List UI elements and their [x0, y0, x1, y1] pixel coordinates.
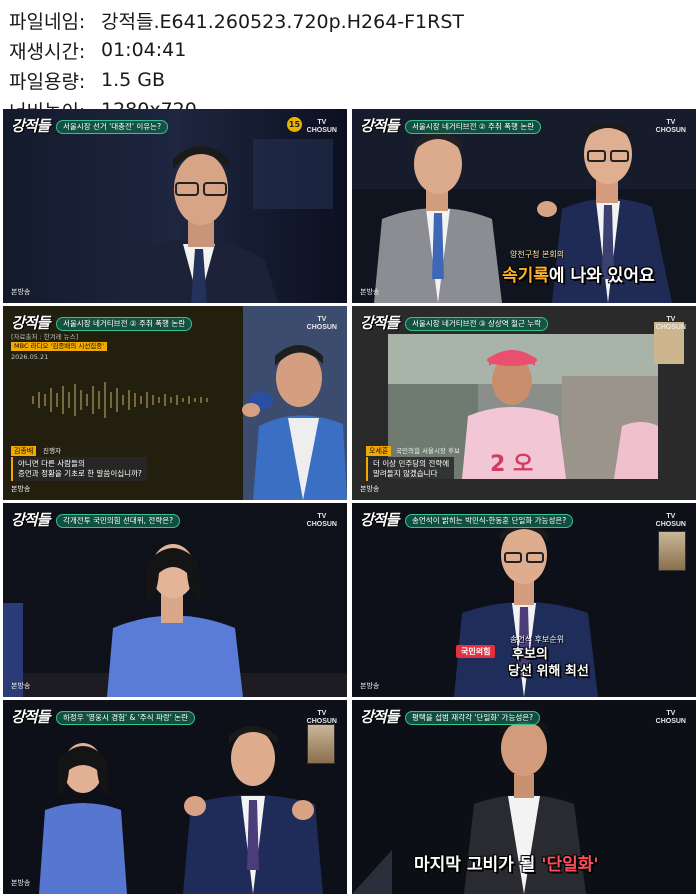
broadcast-label: 본방송	[11, 682, 31, 690]
file-size-value: 1.5 GB	[101, 69, 166, 91]
topic-banner: 하정우 '영웅시 경험' & '주식 파랑' 논란	[56, 711, 195, 725]
caption-small: 양천구청 본회의	[510, 250, 565, 259]
scene-panel-woman	[3, 503, 347, 697]
party-label: 국민의힘	[456, 645, 496, 658]
network-logo: TV CHOSUN	[306, 316, 337, 331]
news-date: 2026.05.21	[11, 353, 49, 361]
network-logo: TV CHOSUN	[655, 119, 686, 134]
quote-caption: 더 이상 민주당의 전략에 말려들지 않겠습니다	[366, 457, 455, 481]
thumbnail-3: 강적들 서울시장 네거티브전 ② 주취 폭행 논란 TV CHOSUN [자료출…	[3, 306, 347, 500]
broadcast-label: 본방송	[360, 485, 380, 493]
network-logo: TV CHOSUN	[306, 513, 337, 528]
show-logo: 강적들	[11, 314, 50, 332]
network-logo: TV CHOSUN	[655, 710, 686, 725]
show-logo: 강적들	[360, 314, 399, 332]
topic-banner: 서울시장 네거티브전 ② 주취 폭행 논란	[56, 317, 193, 331]
quote-caption: 아니면 다른 사람들의 증언과 정황을 기초로 한 말씀이십니까?	[11, 457, 147, 481]
topic-banner: 각개전투 국민의힘 선대위, 전략은?	[56, 514, 181, 528]
speaker-role: 국민의힘 서울시장 후보	[396, 447, 460, 455]
broadcast-label: 본방송	[360, 288, 380, 296]
caption-rest: 에 나와 있어요	[548, 266, 655, 286]
shirt-number-text: 2 오	[490, 452, 534, 477]
broadcast-label: 본방송	[360, 682, 380, 690]
topic-banner: 서울시장 선거 '대충전' 이유는?	[56, 120, 169, 134]
network-logo: TV CHOSUN	[306, 119, 337, 134]
news-source: [자료출처 : 한겨레 뉴스]	[11, 333, 79, 341]
duration-row: 재생시간: 01:04:41	[9, 35, 464, 65]
topic-banner: 평택을 섭범 재각각 '단일화' 가능성은?	[405, 711, 541, 725]
broadcast-label: 본방송	[11, 288, 31, 296]
file-size-row: 파일용량: 1.5 GB	[9, 65, 464, 95]
scene-host-closeup	[3, 109, 347, 303]
file-name-value: 강적들.E641.260523.720p.H264-F1RST	[101, 10, 465, 33]
thumbnail-5: 강적들 각개전투 국민의힘 선대위, 전략은? TV CHOSUN 본방송	[3, 503, 347, 697]
file-name-row: 파일네임: 강적들.E641.260523.720p.H264-F1RST	[9, 5, 464, 35]
show-logo: 강적들	[11, 117, 50, 135]
file-info: 파일네임: 강적들.E641.260523.720p.H264-F1RST 재생…	[9, 5, 464, 125]
caption-big: 마지막 고비가 될 '단일화'	[414, 850, 599, 875]
duration-label: 재생시간:	[9, 40, 86, 63]
news-program-tag: MBC 라디오 '김종배의 시선집중'	[11, 342, 108, 351]
show-logo: 강적들	[360, 117, 399, 135]
caption-big: 속기록에 나와 있어요	[502, 261, 655, 286]
network-logo: TV CHOSUN	[655, 316, 686, 331]
caption-line-2: 당선 위해 최선	[508, 664, 589, 679]
age-rating-badge: 15	[287, 117, 302, 132]
speaker-role: 진행자	[43, 447, 61, 455]
scene-two-guests-gesture	[3, 700, 347, 894]
topic-banner: 서울시장 네거티브전 ③ 상상역 철근 누락	[405, 317, 549, 331]
show-logo: 강적들	[360, 511, 399, 529]
book-cover-inset	[307, 724, 335, 764]
speaker-name-tag: 오세훈	[366, 446, 392, 456]
network-logo: TV CHOSUN	[306, 710, 337, 725]
broadcast-label: 본방송	[11, 485, 31, 493]
caption-highlight: 속기록	[502, 266, 549, 286]
topic-banner: 서울시장 네거티브전 ② 주취 폭행 논란	[405, 120, 542, 134]
thumbnail-1: 강적들 서울시장 선거 '대충전' 이유는? 15 TV CHOSUN 본방송	[3, 109, 347, 303]
caption-rest: 마지막 고비가 될	[414, 855, 536, 875]
show-logo: 강적들	[11, 511, 50, 529]
file-name-label: 파일네임:	[9, 10, 86, 33]
thumbnail-7: 강적들 하정우 '영웅시 경험' & '주식 파랑' 논란 TV CHOSUN …	[3, 700, 347, 894]
show-logo: 강적들	[11, 708, 50, 726]
caption-highlight: '단일화'	[541, 855, 599, 875]
file-size-label: 파일용량:	[9, 70, 86, 93]
network-logo: TV CHOSUN	[655, 513, 686, 528]
thumbnail-4: 강적들 서울시장 네거티브전 ③ 상상역 철근 누락 TV CHOSUN 2 오…	[352, 306, 696, 500]
thumbnail-8: 강적들 평택을 섭범 재각각 '단일화' 가능성은? TV CHOSUN 마지막…	[352, 700, 696, 894]
book-cover-inset	[658, 531, 686, 571]
show-logo: 강적들	[360, 708, 399, 726]
thumbnail-6: 강적들 송언석이 밝히는 박민식-한동훈 단일화 가능성은? TV CHOSUN…	[352, 503, 696, 697]
thumbnail-2: 강적들 서울시장 네거티브전 ② 주취 폭행 논란 TV CHOSUN 양천구청…	[352, 109, 696, 303]
speaker-name-tag: 김종배	[11, 446, 37, 456]
topic-banner: 송언석이 밝히는 박민식-한동훈 단일화 가능성은?	[405, 514, 574, 528]
broadcast-label: 본방송	[11, 879, 31, 887]
duration-value: 01:04:41	[101, 39, 187, 61]
